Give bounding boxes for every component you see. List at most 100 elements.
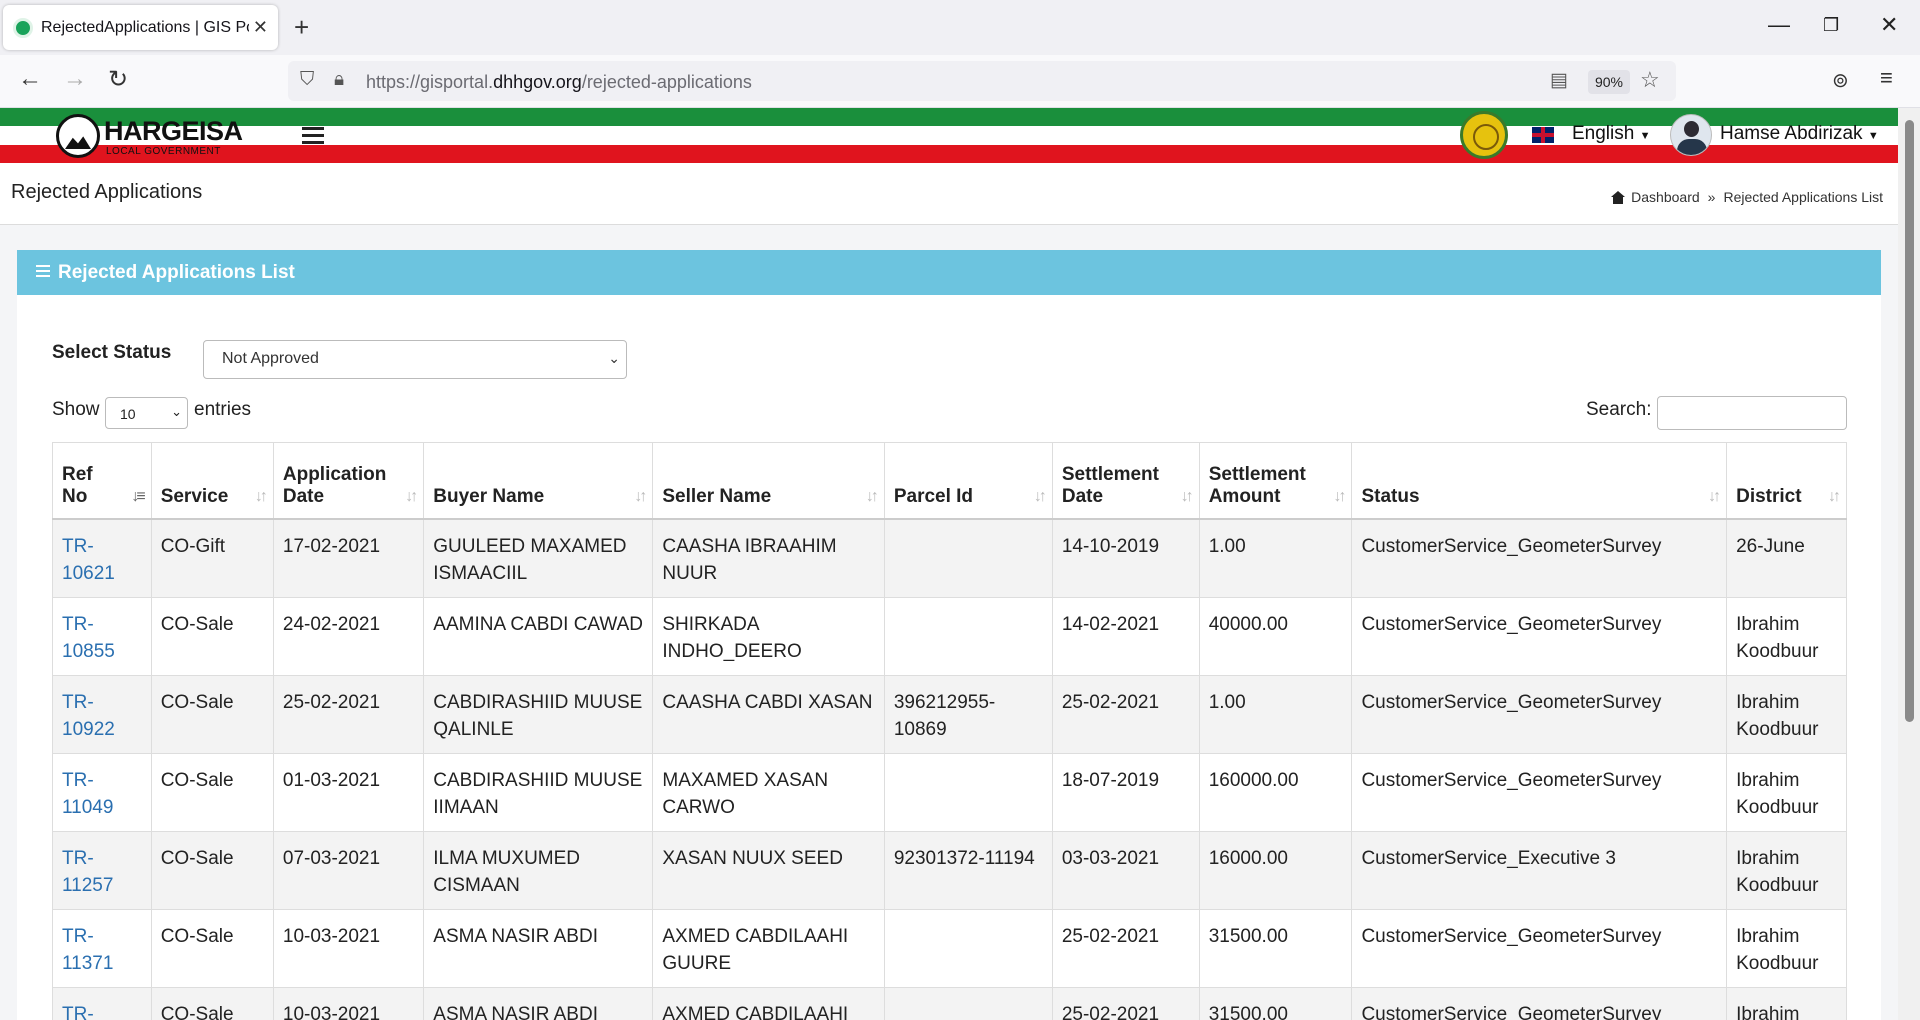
sort-icon[interactable]: ↓↑ [1034,488,1047,506]
cell-value: CO-Sale [160,691,234,713]
ref-no-link[interactable]: TR-10621 [62,536,115,584]
sort-icon[interactable]: ↓↑ [1333,488,1346,506]
cell-value: 160000.00 [1208,769,1299,791]
user-menu[interactable]: Hamse Abdirizak ▼ [1720,123,1879,145]
table-cell: 14-10-2019 [1051,518,1200,598]
address-bar[interactable]: ⛉ 🔒︎ https://gisportal.dhhgov.org/reject… [288,61,1676,101]
window-close-icon[interactable]: ✕ [1880,12,1898,38]
reload-icon[interactable]: ↻ [108,65,128,94]
applications-table: Ref No ↓≡ Service ↓↑ Application Date ↓↑ Buyer N… [52,442,1847,1020]
ref-no-link[interactable]: TR-11049 [62,770,113,818]
close-tab-icon[interactable]: ✕ [253,17,268,38]
table-cell: 25-02-2021 [1051,674,1200,754]
browser-tab[interactable]: RejectedApplications | GIS Portal ✕ [3,5,278,50]
column-header[interactable]: Settlement Amount ↓↑ [1198,442,1353,520]
url-text[interactable]: https://gisportal.dhhgov.org/rejected-ap… [366,72,752,93]
cell-value: CustomerService_GeometerSurvey [1361,769,1662,791]
table-row: TR-11377 CO-Sale 10-03-2021 ASMA NASIR ABDI… [52,986,1847,1020]
page-scrollbar[interactable] [1898,108,1920,1020]
table-cell: 25-02-2021 [1051,986,1200,1020]
cell-value: Ibrahim Koodbuur [1736,691,1819,740]
table-cell: CAASHA CABDI XASAN [652,674,885,754]
cell-value: CO-Sale [160,847,234,869]
ref-no-link[interactable]: TR-10922 [62,692,115,740]
shield-icon[interactable]: ⛉ [300,69,314,91]
ref-no-link[interactable]: TR-11377 [62,1004,113,1020]
ref-no-link[interactable]: TR-11257 [62,848,113,896]
cell-value: 25-02-2021 [282,691,381,713]
cell-value: CAASHA CABDI XASAN [662,691,873,713]
card-header: Rejected Applications List [17,250,1881,295]
table-row: TR-11257 CO-Sale 07-03-2021 ILMA MUXUMED CI… [52,830,1847,910]
cell-value: CAASHA IBRAAHIM NUUR [662,535,837,584]
minimize-icon[interactable]: — [1768,12,1790,38]
search-input[interactable] [1657,396,1847,430]
cell-value: SHIRKADA INDHO_DEERO [662,613,802,662]
table-cell: CustomerService_Executive 3 [1351,830,1728,910]
table-cell: Ibrahim Koodbuur [1726,674,1847,754]
column-header[interactable]: Buyer Name ↓↑ [423,442,654,520]
sidebar-toggle-icon[interactable] [302,127,324,145]
table-cell: AXMED CABDILAAHI GUURE [652,986,885,1020]
new-tab-icon[interactable]: + [294,12,309,43]
table-cell: CABDIRASHIID MUUSE QALINLE [423,674,654,754]
column-header-label: Seller Name [662,485,772,507]
sort-icon[interactable]: ↓↑ [255,488,268,506]
table-cell: 25-02-2021 [1051,908,1200,988]
column-header[interactable]: Parcel Id ↓↑ [883,442,1053,520]
sort-icon[interactable]: ↓↑ [1181,488,1194,506]
column-header[interactable]: Seller Name ↓↑ [652,442,885,520]
ref-no-link[interactable]: TR-10855 [62,614,115,662]
entries-length-select[interactable]: 10 ⌄ [105,397,188,429]
cell-value: CO-Sale [160,613,234,635]
language-dropdown[interactable]: English ▼ [1572,123,1651,145]
sort-icon[interactable]: ↓↑ [1828,488,1841,506]
column-header-label: Date [1061,485,1104,507]
cell-value: 03-03-2021 [1061,847,1160,869]
table-row: TR-10922 CO-Sale 25-02-2021 CABDIRASHIID MU… [52,674,1847,754]
avatar[interactable] [1670,114,1712,156]
column-header[interactable]: Status ↓↑ [1351,442,1728,520]
table-cell: 1.00 [1198,674,1353,754]
menu-icon[interactable]: ≡ [1880,65,1893,91]
column-header[interactable]: Settlement Date ↓↑ [1051,442,1200,520]
zoom-level[interactable]: 90% [1588,70,1630,94]
table-cell: 14-02-2021 [1051,596,1200,676]
pocket-icon[interactable]: ⊚ [1832,68,1849,93]
table-cell: ILMA MUXUMED CISMAAN [423,830,654,910]
table-cell: TR-11377 [52,986,152,1020]
column-header[interactable]: Service ↓↑ [150,442,274,520]
back-icon[interactable]: ← [18,65,42,93]
restore-icon[interactable]: ❐ [1823,15,1839,36]
table-cell: 17-02-2021 [272,518,425,598]
select-status-label: Select Status [52,342,172,363]
column-header-label: Buyer Name [433,485,545,507]
cell-value: 01-03-2021 [282,769,381,791]
ref-no-link[interactable]: TR-11371 [62,926,113,974]
table-cell: 31500.00 [1198,908,1353,988]
sort-icon[interactable]: ↓↑ [1708,488,1721,506]
sort-icon[interactable]: ↓↑ [405,488,418,506]
entries-length-value: 10 [120,406,136,422]
table-cell: CO-Sale [150,752,274,832]
table-cell: CO-Sale [150,830,274,910]
column-header[interactable]: Application Date ↓↑ [272,442,425,520]
sort-descending-icon[interactable]: ↓≡ [131,488,145,506]
show-label: Show [52,399,100,420]
table-cell: 160000.00 [1198,752,1353,832]
column-header[interactable]: District ↓↑ [1726,442,1847,520]
status-select[interactable]: Not Approved ⌄ [203,340,627,379]
bookmark-star-icon[interactable]: ☆ [1640,67,1660,93]
breadcrumb-dashboard-link[interactable]: Dashboard [1631,189,1700,205]
forward-icon[interactable]: → [63,65,87,93]
scrollbar-thumb[interactable] [1905,120,1914,722]
table-cell: 1.00 [1198,518,1353,598]
hargeisa-logo[interactable]: HARGEISA LOCAL GOVERNMENT [56,112,296,160]
lock-icon[interactable]: 🔒︎ [334,69,344,91]
column-header-label: Application [282,463,387,485]
sort-icon[interactable]: ↓↑ [634,488,647,506]
reader-view-icon[interactable]: ▤ [1550,69,1568,92]
sort-icon[interactable]: ↓↑ [866,488,879,506]
column-header[interactable]: Ref No ↓≡ [52,442,152,520]
table-cell: 16000.00 [1198,830,1353,910]
